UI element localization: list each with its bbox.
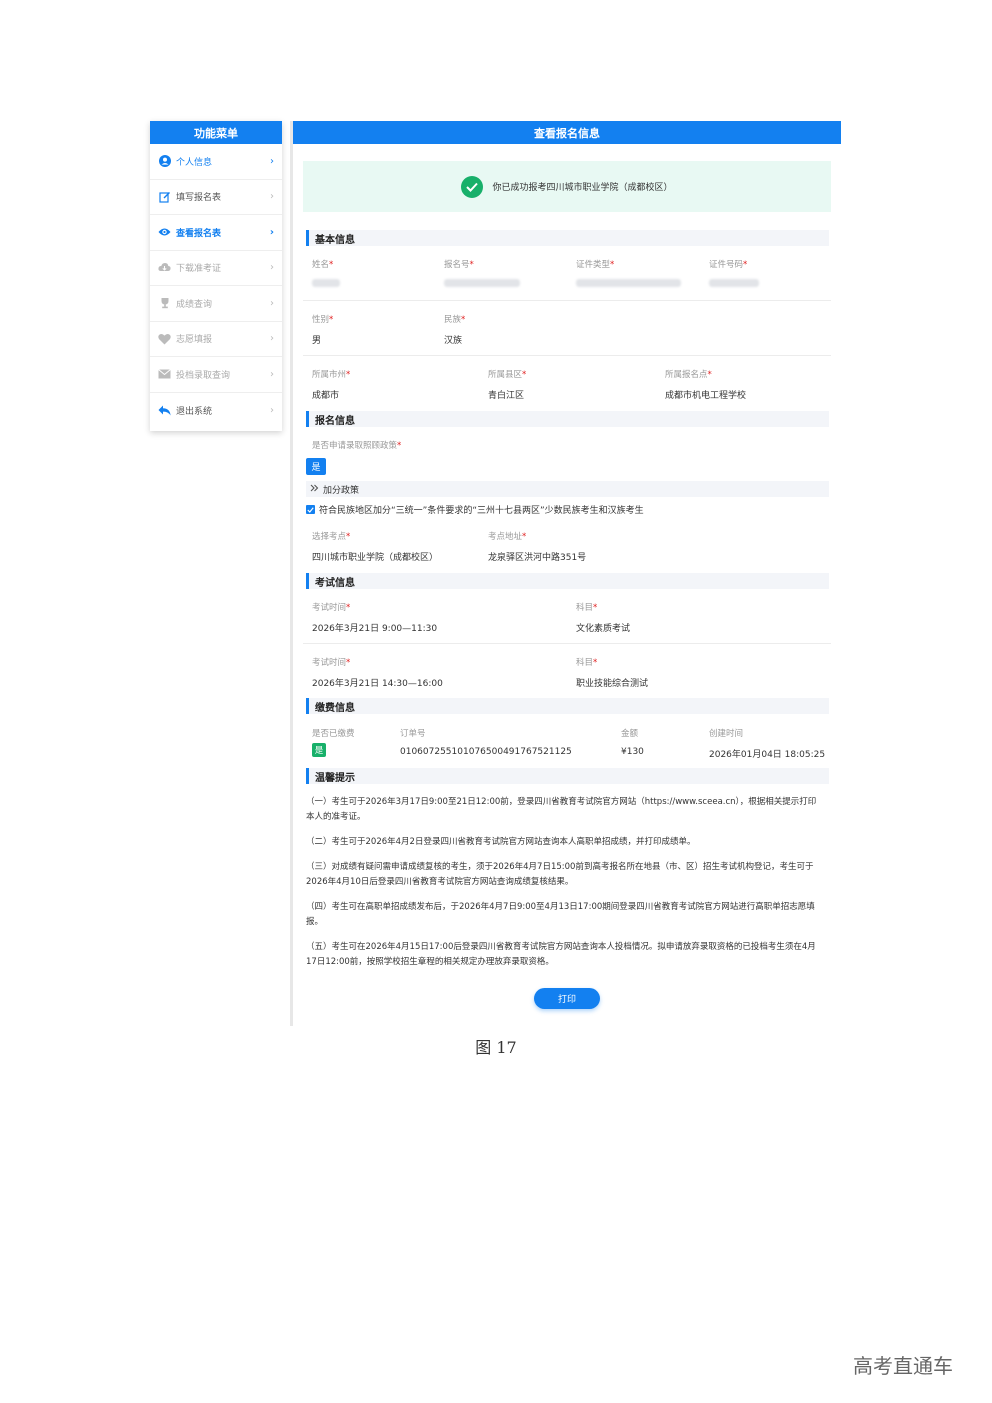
print-button[interactable]: 打印 xyxy=(534,988,600,1009)
redacted-value xyxy=(312,279,340,287)
field-exam-time: 考试时间* 2026年3月21日 9:00—11:30 xyxy=(312,603,438,634)
mail-icon xyxy=(158,368,171,381)
redacted-value xyxy=(709,279,759,287)
content-divider xyxy=(290,121,293,1026)
field-policy: 是否申请录取照顾政策* xyxy=(312,441,402,451)
field-paid: 是否已缴费 是 xyxy=(312,729,355,757)
policy-yes-badge: 是 xyxy=(306,458,326,475)
watermark: 高考直通车 xyxy=(853,1354,953,1378)
field-exam-subject: 科目* 职业技能综合测试 xyxy=(576,658,649,689)
sidebar-item-personal-info[interactable]: 个人信息 › xyxy=(150,144,282,180)
edit-icon xyxy=(158,190,171,203)
success-message: 你已成功报考四川城市职业学院（成都校区） xyxy=(492,183,673,193)
tip-item: （四）考生可在高职单招成绩发布后，于2026年4月7日9:00至4月13日17:… xyxy=(306,902,815,927)
chevron-right-icon: › xyxy=(270,191,274,203)
chevron-right-icon: › xyxy=(270,333,274,345)
field-created-time: 创建时间 2026年01月04日 18:05:25 xyxy=(709,729,826,760)
sidebar-item-label: 志愿填报 xyxy=(176,335,213,346)
tip-item: （二）考生可于2026年4月2日登录四川省教育考试院官方网站查询本人高职单招成绩… xyxy=(306,837,696,847)
field-amount: 金额 ¥130 xyxy=(621,729,644,757)
page-title: 查看报名信息 xyxy=(293,121,841,144)
field-ethnicity: 民族* 汉族 xyxy=(444,315,466,346)
field-gender: 性别* 男 xyxy=(312,315,334,346)
section-payment-info: 缴费信息 xyxy=(306,698,829,714)
sidebar-item-label: 成绩查询 xyxy=(176,299,213,310)
check-circle-icon xyxy=(461,175,484,198)
double-chevron-icon xyxy=(310,484,319,495)
sidebar: 功能菜单 个人信息 › 填写报名表 › 查看报名表 › 下载准考证 › 成绩查询… xyxy=(150,121,282,431)
heart-icon xyxy=(158,332,171,345)
field-reg-site: 所属报名点* 成都市机电工程学校 xyxy=(665,370,747,401)
field-city: 所属市州* 成都市 xyxy=(312,370,351,401)
chevron-right-icon: › xyxy=(269,226,274,238)
field-id-type: 证件类型* xyxy=(576,258,681,290)
sidebar-item-admission-query[interactable]: 投档录取查询 › xyxy=(150,357,282,393)
trophy-icon xyxy=(158,297,171,310)
redacted-value xyxy=(576,279,681,287)
bonus-policy-bar: 加分政策 xyxy=(306,481,829,497)
tip-item: （五）考生可在2026年4月15日17:00后登录四川省教育考试院官方网站查询本… xyxy=(306,942,816,967)
sidebar-title: 功能菜单 xyxy=(150,121,282,144)
sidebar-item-label: 查看报名表 xyxy=(176,228,222,239)
checkbox-checked-icon xyxy=(306,505,315,514)
sidebar-item-view-form[interactable]: 查看报名表 › xyxy=(150,215,282,251)
chevron-right-icon: › xyxy=(270,297,274,309)
sidebar-item-logout[interactable]: 退出系统 › xyxy=(150,393,282,429)
sidebar-item-label: 退出系统 xyxy=(176,406,213,417)
redacted-value xyxy=(444,279,520,287)
tip-item: （一）考生可于2026年3月17日9:00至21日12:00前，登录四川省教育考… xyxy=(306,797,817,822)
figure-caption: 图 17 xyxy=(475,1038,517,1057)
chevron-right-icon: › xyxy=(270,404,274,416)
section-tips: 温馨提示 xyxy=(306,768,829,784)
eye-icon xyxy=(158,226,171,239)
row-divider xyxy=(303,643,831,644)
chevron-right-icon: › xyxy=(270,368,274,380)
reply-icon xyxy=(158,404,171,417)
field-name: 姓名* xyxy=(312,258,340,290)
field-exam-site: 选择考点* 四川城市职业学院（成都校区） xyxy=(312,532,439,563)
sidebar-item-label: 投档录取查询 xyxy=(176,370,231,381)
bonus-policy-label: 加分政策 xyxy=(323,485,360,496)
row-divider xyxy=(303,355,831,356)
sidebar-item-label: 个人信息 xyxy=(176,157,213,168)
sidebar-item-fill-form[interactable]: 填写报名表 › xyxy=(150,180,282,215)
sidebar-item-score-query[interactable]: 成绩查询 › xyxy=(150,286,282,322)
success-banner: 你已成功报考四川城市职业学院（成都校区） xyxy=(303,161,831,212)
sidebar-item-label: 下载准考证 xyxy=(176,264,222,275)
main-panel: 查看报名信息 你已成功报考四川城市职业学院（成都校区） 基本信息 姓名* 报名号… xyxy=(293,121,841,1009)
section-basic-info: 基本信息 xyxy=(306,230,829,246)
cloud-download-icon xyxy=(158,261,171,274)
field-order-no: 订单号 010607255101076500491767521125 xyxy=(400,729,572,757)
chevron-right-icon: › xyxy=(270,262,274,274)
field-reg-no: 报名号* xyxy=(444,258,520,290)
section-registration-info: 报名信息 xyxy=(306,411,829,427)
sidebar-item-label: 填写报名表 xyxy=(176,193,222,204)
sidebar-item-volunteer[interactable]: 志愿填报 › xyxy=(150,322,282,357)
paid-badge: 是 xyxy=(312,743,326,757)
sidebar-item-download-ticket[interactable]: 下载准考证 › xyxy=(150,251,282,286)
chevron-right-icon: › xyxy=(270,155,274,167)
field-district: 所属县区* 青白江区 xyxy=(488,370,527,401)
field-exam-time: 考试时间* 2026年3月21日 14:30—16:00 xyxy=(312,658,443,689)
tips-list: （一）考生可于2026年3月17日9:00至21日12:00前，登录四川省教育考… xyxy=(306,795,824,980)
field-id-no: 证件号码* xyxy=(709,258,759,290)
field-exam-address: 考点地址* 龙泉驿区洪河中路351号 xyxy=(488,532,587,563)
bonus-checkbox[interactable]: 符合民族地区加分“三统一”条件要求的“三州十七县两区”少数民族考生和汉族考生 xyxy=(306,503,644,516)
user-icon xyxy=(158,155,171,168)
bonus-checkbox-label: 符合民族地区加分“三统一”条件要求的“三州十七县两区”少数民族考生和汉族考生 xyxy=(319,506,644,516)
section-exam-info: 考试信息 xyxy=(306,573,829,589)
tip-item: （三）对成绩有疑问需申请成绩复核的考生，须于2026年4月7日15:00前到高考… xyxy=(306,862,814,887)
field-exam-subject: 科目* 文化素质考试 xyxy=(576,603,631,634)
row-divider xyxy=(303,300,831,301)
